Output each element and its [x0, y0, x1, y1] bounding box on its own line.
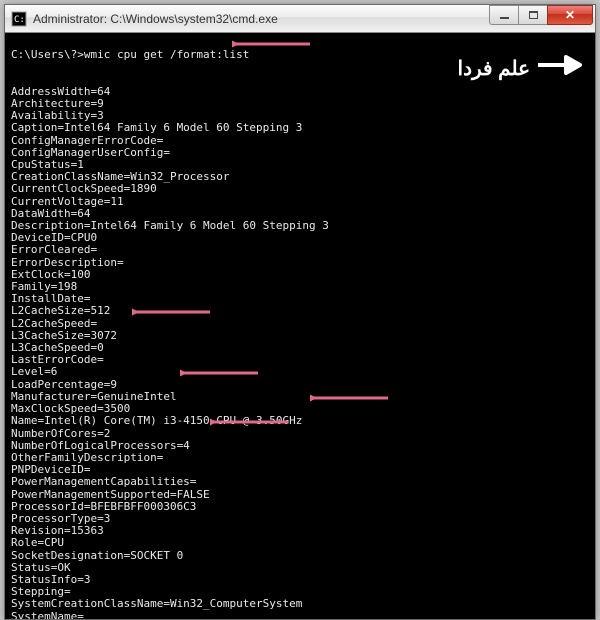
watermark-text: علم فردا: [458, 56, 530, 81]
close-button[interactable]: ✕: [547, 5, 593, 25]
wmic-output: AddressWidth=64 Architecture=9 Availabil…: [11, 74, 589, 619]
window-controls: ✕: [490, 5, 593, 25]
window-title: Administrator: C:\Windows\system32\cmd.e…: [33, 12, 490, 26]
cmd-window: C: Administrator: C:\Windows\system32\cm…: [4, 4, 596, 620]
arrow-right-icon: [536, 54, 584, 82]
titlebar[interactable]: C: Administrator: C:\Windows\system32\cm…: [5, 5, 595, 33]
minimize-button[interactable]: [489, 5, 519, 25]
cmd-icon: C:: [11, 11, 27, 27]
maximize-button[interactable]: [518, 5, 548, 25]
prompt-line: C:\Users\?>wmic cpu get /format:list: [11, 48, 249, 61]
terminal-output[interactable]: C:\Users\?>wmic cpu get /format:list Add…: [5, 33, 595, 619]
watermark: علم فردا: [458, 54, 584, 82]
svg-text:C:: C:: [14, 15, 25, 25]
